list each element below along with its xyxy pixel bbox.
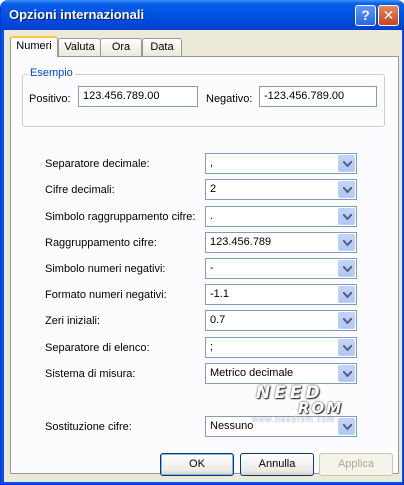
tab-ora[interactable]: Ora [100,38,142,56]
grouping-symbol-label: Simbolo raggruppamento cifre: [45,211,196,223]
dropdown-arrow-icon[interactable] [338,339,355,356]
tab-label: Ora [111,41,131,53]
digit-substitution-label: Sostituzione cifre: [45,421,132,433]
tab-valuta[interactable]: Valuta [58,38,101,56]
example-groupbox: Esempio Positivo: 123.456.789.00 Negativ… [22,67,385,127]
tab-label: Numeri [16,40,52,52]
negative-example-value: -123.456.789.00 [264,90,345,102]
decimal-digits-value: 2 [210,183,217,195]
positive-label: Positivo: [29,93,71,105]
decimal-digits-label: Cifre decimali: [45,184,115,196]
negative-format-value: -1.1 [210,288,229,300]
measurement-system-value: Metrico decimale [210,367,294,379]
positive-example-field[interactable]: 123.456.789.00 [78,86,198,107]
title-bar[interactable]: Opzioni internazionali ? ✕ [1,0,404,30]
help-icon: ? [361,7,370,23]
decimal-separator-value: , [210,157,214,169]
negative-example-field[interactable]: -123.456.789.00 [259,86,377,107]
tab-label: Valuta [64,41,95,53]
watermark-url: www.needrom.com [252,415,336,424]
negative-sign-label: Simbolo numeri negativi: [45,263,166,275]
apply-button[interactable]: Applica [319,453,393,476]
tab-label: Data [150,41,174,53]
dropdown-arrow-icon[interactable] [338,260,355,277]
negative-format-select[interactable]: -1.1 [205,284,357,305]
list-separator-select[interactable]: ; [205,337,357,358]
close-button[interactable]: ✕ [378,5,399,26]
tab-data[interactable]: Data [142,38,182,56]
list-separator-value: ; [210,341,214,353]
grouping-symbol-value: . [210,210,214,222]
positive-example-value: 123.456.789.00 [83,90,160,102]
measurement-system-label: Sistema di misura: [45,368,136,380]
digit-substitution-value: Nessuno [210,420,254,432]
list-separator-label: Separatore di elenco: [45,342,150,354]
cancel-button[interactable]: Annulla [240,453,314,476]
decimal-digits-select[interactable]: 2 [205,179,357,200]
dropdown-arrow-icon[interactable] [338,155,355,172]
grouping-symbol-select[interactable]: . [205,206,357,227]
dropdown-arrow-icon[interactable] [338,208,355,225]
measurement-system-select[interactable]: Metrico decimale [205,363,357,384]
dropdown-arrow-icon[interactable] [338,181,355,198]
help-button[interactable]: ? [355,5,376,26]
dropdown-arrow-icon[interactable] [338,234,355,251]
ok-button[interactable]: OK [160,453,234,476]
negative-sign-select[interactable]: - [205,258,357,279]
dropdown-arrow-icon[interactable] [338,286,355,303]
decimal-separator-label: Separatore decimale: [45,158,150,170]
digit-grouping-select[interactable]: 123.456.789 [205,232,357,253]
example-group-title: Esempio [28,67,75,79]
dropdown-arrow-icon[interactable] [338,312,355,329]
dropdown-arrow-icon[interactable] [338,365,355,382]
leading-zeros-select[interactable]: 0.7 [205,310,357,331]
negative-label: Negativo: [206,93,253,105]
dialog-window: Opzioni internazionali ? ✕ Numeri Valuta… [0,0,404,485]
negative-sign-value: - [210,262,214,274]
digit-grouping-value: 123.456.789 [210,236,272,248]
leading-zeros-label: Zeri iniziali: [45,315,101,327]
tab-numeri[interactable]: Numeri [10,36,58,57]
negative-format-label: Formato numeri negativi: [45,289,167,301]
digit-grouping-label: Raggruppamento cifre: [45,237,157,249]
close-icon: ✕ [382,7,395,23]
leading-zeros-value: 0.7 [210,314,226,326]
decimal-separator-select[interactable]: , [205,153,357,174]
window-title: Opzioni internazionali [9,7,145,22]
needrom-watermark-logo: NEED ROM www.needrom.com [252,383,376,425]
